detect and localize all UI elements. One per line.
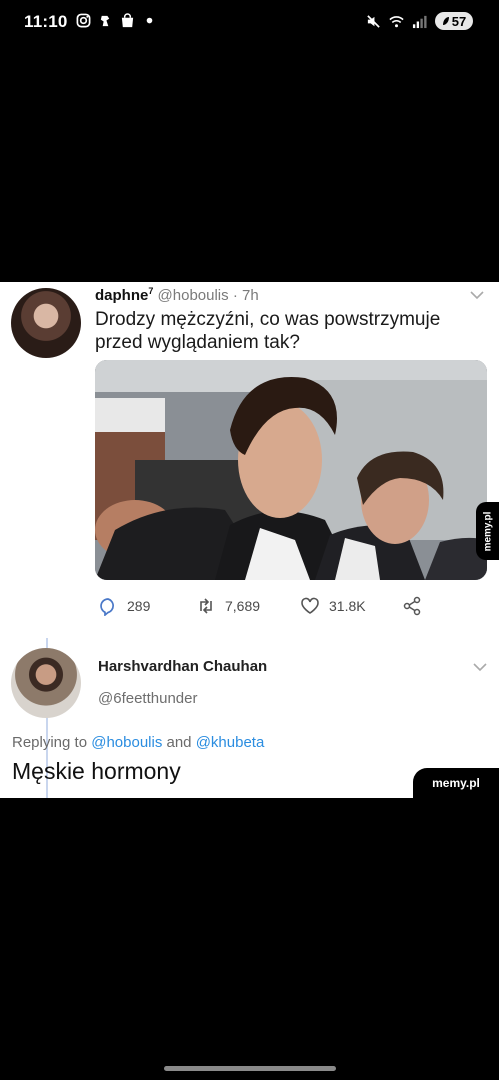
reply-author-handle: @6feetthunder [98,690,198,707]
tweet-author-handle: @hoboulis [157,287,229,304]
replying-to: Replying to @hoboulis and @khubeta [12,734,264,751]
tweet-author-badge: 7 [148,286,154,296]
avatar-harshvardhan [11,648,81,718]
status-left-icons [76,13,157,28]
status-bar: 11:10 57 [0,0,499,46]
tweet-text: Drodzy mężczyźni, co was powstrzymuje pr… [95,309,441,353]
mention-khubeta: @khubeta [195,734,265,751]
photo-illustration [95,360,487,580]
memy-corner-watermark: memy.pl [413,768,499,798]
status-time: 11:10 [24,12,68,31]
wifi-icon [389,15,404,27]
tweet-header: daphne7 @hoboulis · 7h [95,286,259,304]
home-indicator[interactable] [164,1066,336,1071]
mute-icon [367,14,380,28]
tweet-author-name: daphne [95,287,149,304]
retweet-button[interactable]: 7,689 [196,596,260,616]
battery-indicator: 57 [435,12,473,30]
replying-prefix: Replying to [12,734,88,751]
notification-app-icon [100,15,110,27]
tweet-time: · 7h [232,287,259,304]
shopping-bag-icon [121,13,134,28]
chevron-down-icon [473,663,487,672]
share-icon [403,596,421,616]
retweet-count: 7,689 [225,598,261,614]
avatar-daphne [11,288,81,358]
chevron-down-icon [470,291,484,300]
retweet-icon [200,598,212,614]
mention-hoboulis: @hoboulis [91,734,163,751]
reply-icon [100,598,114,616]
like-button[interactable]: 31.8K [300,596,366,616]
like-count: 31.8K [329,598,366,614]
replying-and: and [166,734,192,751]
battery-level: 57 [451,13,467,29]
reply-text: Męskie hormony [12,758,181,784]
reply-count: 289 [127,598,151,614]
instagram-icon [76,13,91,28]
reply-author-name: Harshvardhan Chauhan [98,658,268,675]
status-right-icons: 57 [366,12,473,30]
meme-image: daphne7 @hoboulis · 7h Drodzy mężczyźni,… [0,282,499,798]
share-button[interactable] [402,596,422,616]
heart-icon [301,597,319,614]
tweet-photo [95,360,487,580]
memy-side-watermark: memy.pl [476,502,499,560]
battery-leaf-icon [442,17,449,25]
reply-button[interactable]: 289 [98,596,150,616]
dot-icon [146,17,153,24]
tweet-actions: 289 7,689 31.8K [0,596,499,616]
signal-icon [412,15,427,28]
